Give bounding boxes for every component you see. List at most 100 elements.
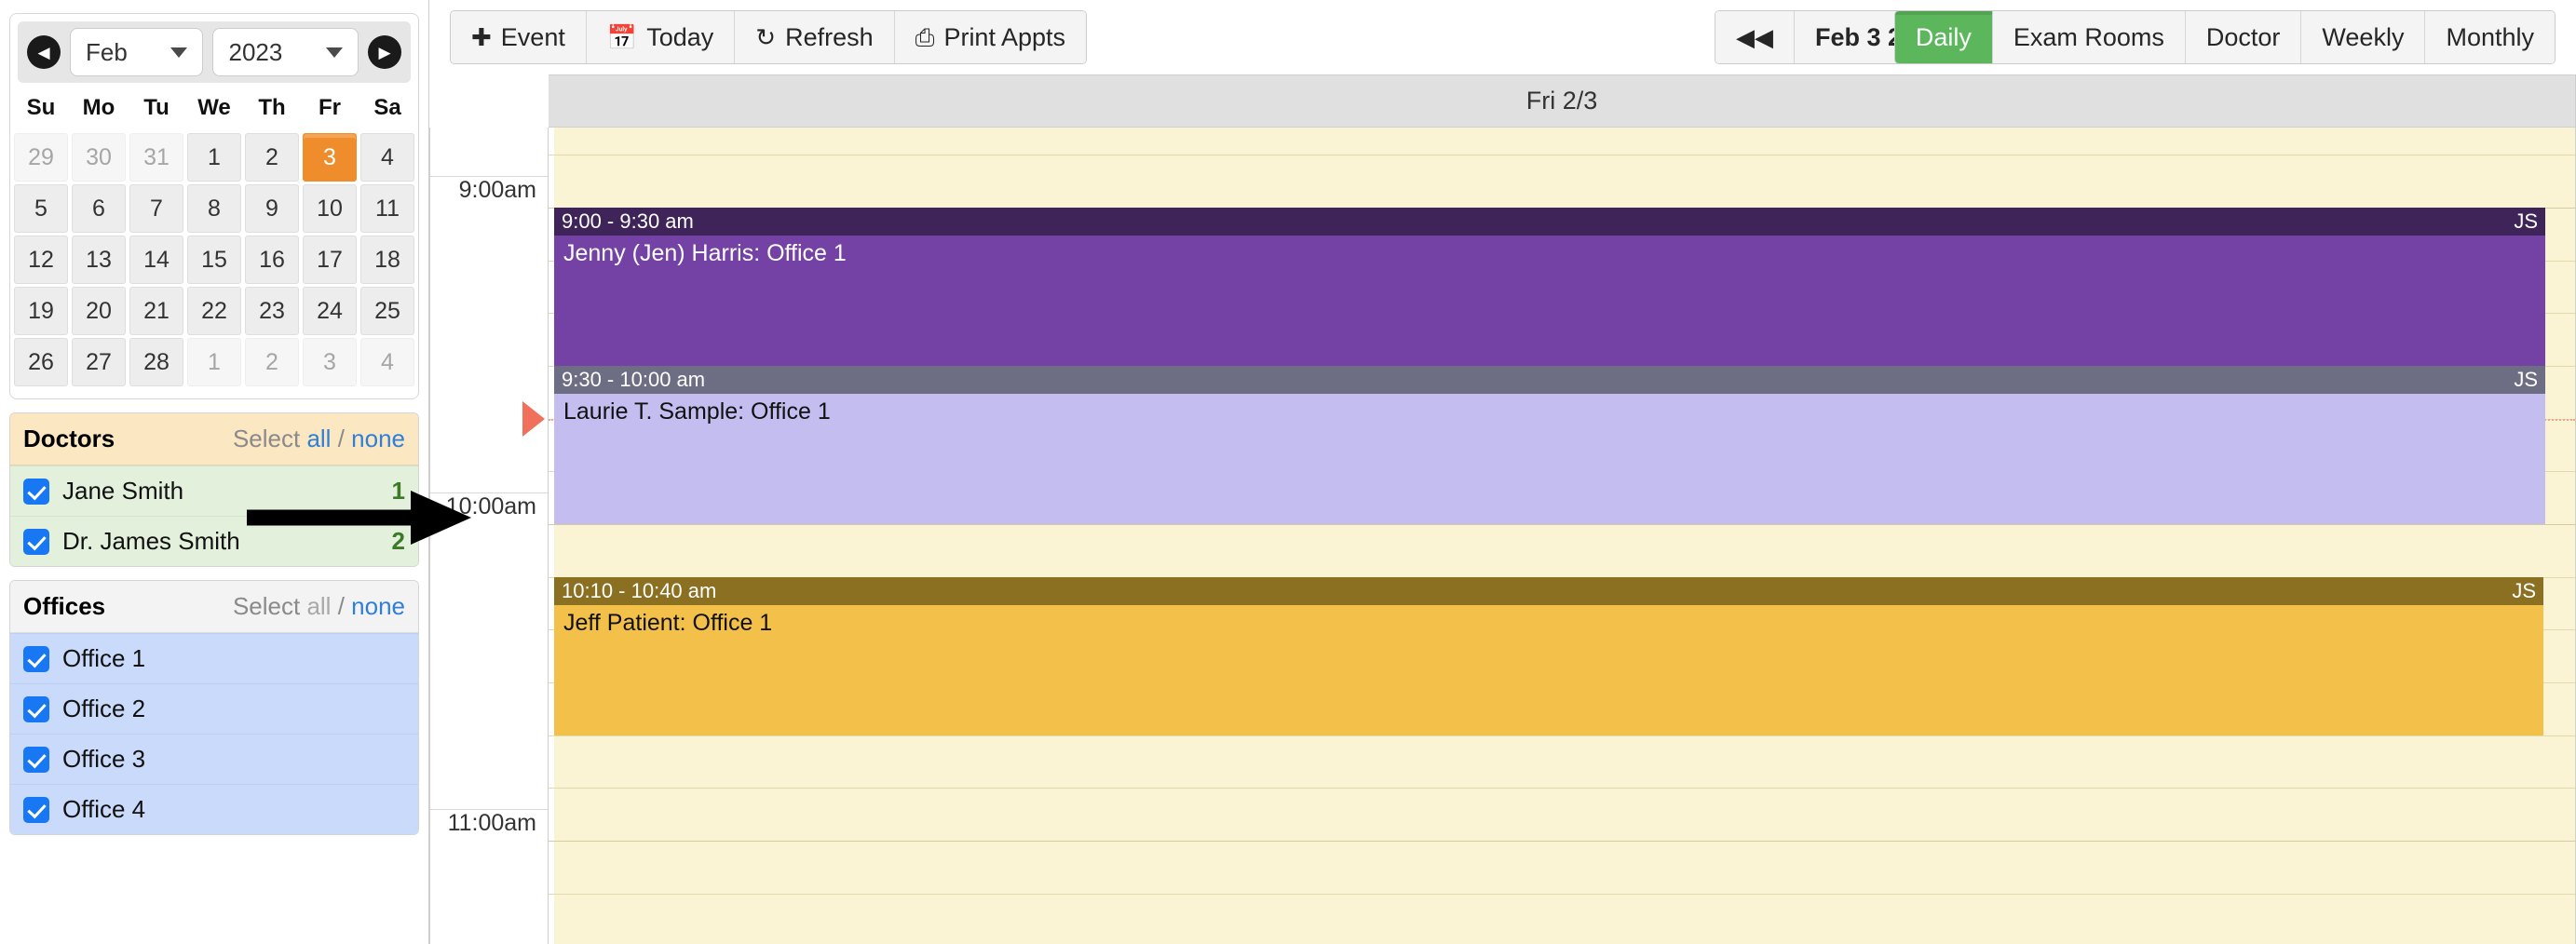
offices-select-all-link[interactable]: all [306, 592, 331, 620]
hour-label: 11:00am [430, 809, 548, 944]
button-label: Print Appts [943, 22, 1066, 51]
tab-label: Doctor [2205, 22, 2281, 51]
weekday-header-th: Th [258, 95, 286, 120]
mini-calendar-day[interactable]: 12 [14, 236, 68, 284]
list-item-label: Office 2 [62, 695, 146, 722]
tab-doctor[interactable]: Doctor [2185, 11, 2302, 63]
tab-exam-rooms[interactable]: Exam Rooms [1992, 11, 2186, 63]
mini-calendar-day[interactable]: 5 [14, 184, 68, 233]
mini-calendar-day[interactable]: 13 [72, 236, 126, 284]
list-item[interactable]: Dr. James Smith 2 [10, 516, 418, 566]
mini-calendar-day[interactable]: 8 [187, 184, 241, 233]
refresh-button[interactable]: ↻ Refresh [735, 11, 895, 63]
list-item[interactable]: Office 2 [10, 683, 418, 734]
date-picker: ◀ Feb 2023 ▶ Su Mo Tu We Th Fr Sa 29 30 31 1 2 3 4 5 6… [9, 13, 419, 399]
mini-calendar-day[interactable]: 17 [303, 236, 357, 284]
tab-monthly[interactable]: Monthly [2425, 11, 2555, 63]
mini-calendar-day[interactable]: 29 [14, 133, 68, 182]
checkbox-checked-icon[interactable] [23, 695, 49, 722]
mini-calendar-day-selected[interactable]: 3 [303, 133, 357, 182]
offices-select-none-link[interactable]: none [351, 592, 405, 620]
doctors-select-all-link[interactable]: all [306, 425, 331, 452]
calendar-scroll[interactable]: 9:00am 10:00am 11:00am 9:00 - 9:30 am JS Jen… [429, 128, 2576, 944]
calendar-event[interactable]: 10:10 - 10:40 am JS Jeff Patient: Office 1 [554, 576, 2543, 735]
mini-calendar-day[interactable]: 30 [72, 133, 126, 182]
weekday-header-fr: Fr [319, 95, 341, 120]
button-label: Refresh [785, 22, 874, 51]
checkbox-checked-icon[interactable] [23, 528, 49, 555]
mini-calendar-day[interactable]: 1 [187, 133, 241, 182]
mini-calendar-day[interactable]: 23 [245, 287, 299, 335]
event-button[interactable]: ✚ Event [451, 11, 587, 63]
list-item-label: Jane Smith [62, 477, 184, 505]
next-month-button[interactable]: ▶ [368, 35, 401, 69]
time-gutter: 9:00am 10:00am 11:00am [429, 128, 549, 944]
mini-calendar-day[interactable]: 2 [245, 133, 299, 182]
checkbox-checked-icon[interactable] [23, 796, 49, 823]
day-column[interactable]: 9:00 - 9:30 am JS Jenny (Jen) Harris: Offi… [549, 128, 2576, 944]
doctors-select-none-link[interactable]: none [351, 425, 405, 452]
mini-calendar-day[interactable]: 24 [303, 287, 357, 335]
mini-calendar-day[interactable]: 27 [72, 338, 126, 386]
toolbar: ✚ Event 📅 Today ↻ Refresh ⎙ Print Appts ◀◀ Feb … [429, 0, 2576, 74]
calendar-event[interactable]: 9:30 - 10:00 am JS Laurie T. Sample: Offic… [554, 366, 2545, 524]
mini-calendar-day[interactable]: 4 [360, 338, 414, 386]
mini-calendar-day[interactable]: 19 [14, 287, 68, 335]
doctors-panel-header: Doctors Select all / none [10, 413, 418, 465]
month-select[interactable]: Feb [70, 28, 204, 76]
mini-calendar-day[interactable]: 15 [187, 236, 241, 284]
weekday-header-sa: Sa [373, 95, 401, 120]
mini-calendar-day[interactable]: 6 [72, 184, 126, 233]
event-provider-initials: JS [2514, 368, 2538, 391]
mini-calendar-day[interactable]: 16 [245, 236, 299, 284]
list-item-label: Office 3 [62, 745, 146, 773]
mini-calendar-day[interactable]: 25 [360, 287, 414, 335]
mini-calendar-day[interactable]: 28 [129, 338, 183, 386]
mini-calendar-day[interactable]: 7 [129, 184, 183, 233]
mini-calendar-day[interactable]: 9 [245, 184, 299, 233]
print-appts-button[interactable]: ⎙ Print Appts [894, 11, 1087, 63]
plus-icon: ✚ [471, 23, 492, 51]
calendar-application: ◀ Feb 2023 ▶ Su Mo Tu We Th Fr Sa 29 30 31 1 2 3 4 5 6… [0, 0, 2576, 944]
button-label: Event [500, 22, 565, 51]
checkbox-checked-icon[interactable] [23, 645, 49, 672]
mini-calendar-day[interactable]: 10 [303, 184, 357, 233]
prev-day-button[interactable]: ◀◀ [1715, 11, 1795, 63]
mini-calendar-day[interactable]: 21 [129, 287, 183, 335]
day-header-label: Fri 2/3 [1525, 87, 1598, 115]
mini-calendar-day[interactable]: 3 [303, 338, 357, 386]
list-item[interactable]: Jane Smith 1 [10, 465, 418, 516]
tab-weekly[interactable]: Weekly [2301, 11, 2426, 63]
today-button[interactable]: 📅 Today [586, 11, 736, 63]
mini-calendar-day[interactable]: 26 [14, 338, 68, 386]
doctors-links-separator: / [337, 425, 345, 452]
list-item-label: Office 1 [62, 644, 146, 672]
weekday-header-we: We [197, 95, 231, 120]
mini-calendar-day[interactable]: 2 [245, 338, 299, 386]
grid-line [549, 524, 2575, 525]
mini-calendar-day[interactable]: 14 [129, 236, 183, 284]
year-select[interactable]: 2023 [212, 28, 359, 76]
calendar-event[interactable]: 9:00 - 9:30 am JS Jenny (Jen) Harris: Offi… [554, 208, 2545, 366]
mini-calendar-day[interactable]: 1 [187, 338, 241, 386]
mini-calendar-day[interactable]: 20 [72, 287, 126, 335]
offices-select-links: Select all / none [233, 592, 405, 621]
mini-calendar-day[interactable]: 18 [360, 236, 414, 284]
calendar-icon: 📅 [606, 23, 638, 51]
list-item[interactable]: Office 1 [10, 633, 418, 683]
prev-month-button[interactable]: ◀ [27, 35, 61, 69]
hour-label: 10:00am [430, 492, 548, 809]
mini-calendar-day[interactable]: 22 [187, 287, 241, 335]
list-item[interactable]: Office 3 [10, 734, 418, 784]
list-item-label: Dr. James Smith [62, 527, 240, 555]
checkbox-checked-icon[interactable] [23, 478, 49, 505]
mini-calendar-day[interactable]: 4 [360, 133, 414, 182]
checkbox-checked-icon[interactable] [23, 746, 49, 773]
refresh-icon: ↻ [755, 23, 777, 51]
list-item[interactable]: Office 4 [10, 784, 418, 834]
grid-line [549, 841, 2575, 842]
mini-calendar-day[interactable]: 11 [360, 184, 414, 233]
offices-list: Office 1 Office 2 Office 3 Office 4 [10, 633, 418, 834]
tab-daily[interactable]: Daily [1894, 11, 1993, 63]
mini-calendar-day[interactable]: 31 [129, 133, 183, 182]
